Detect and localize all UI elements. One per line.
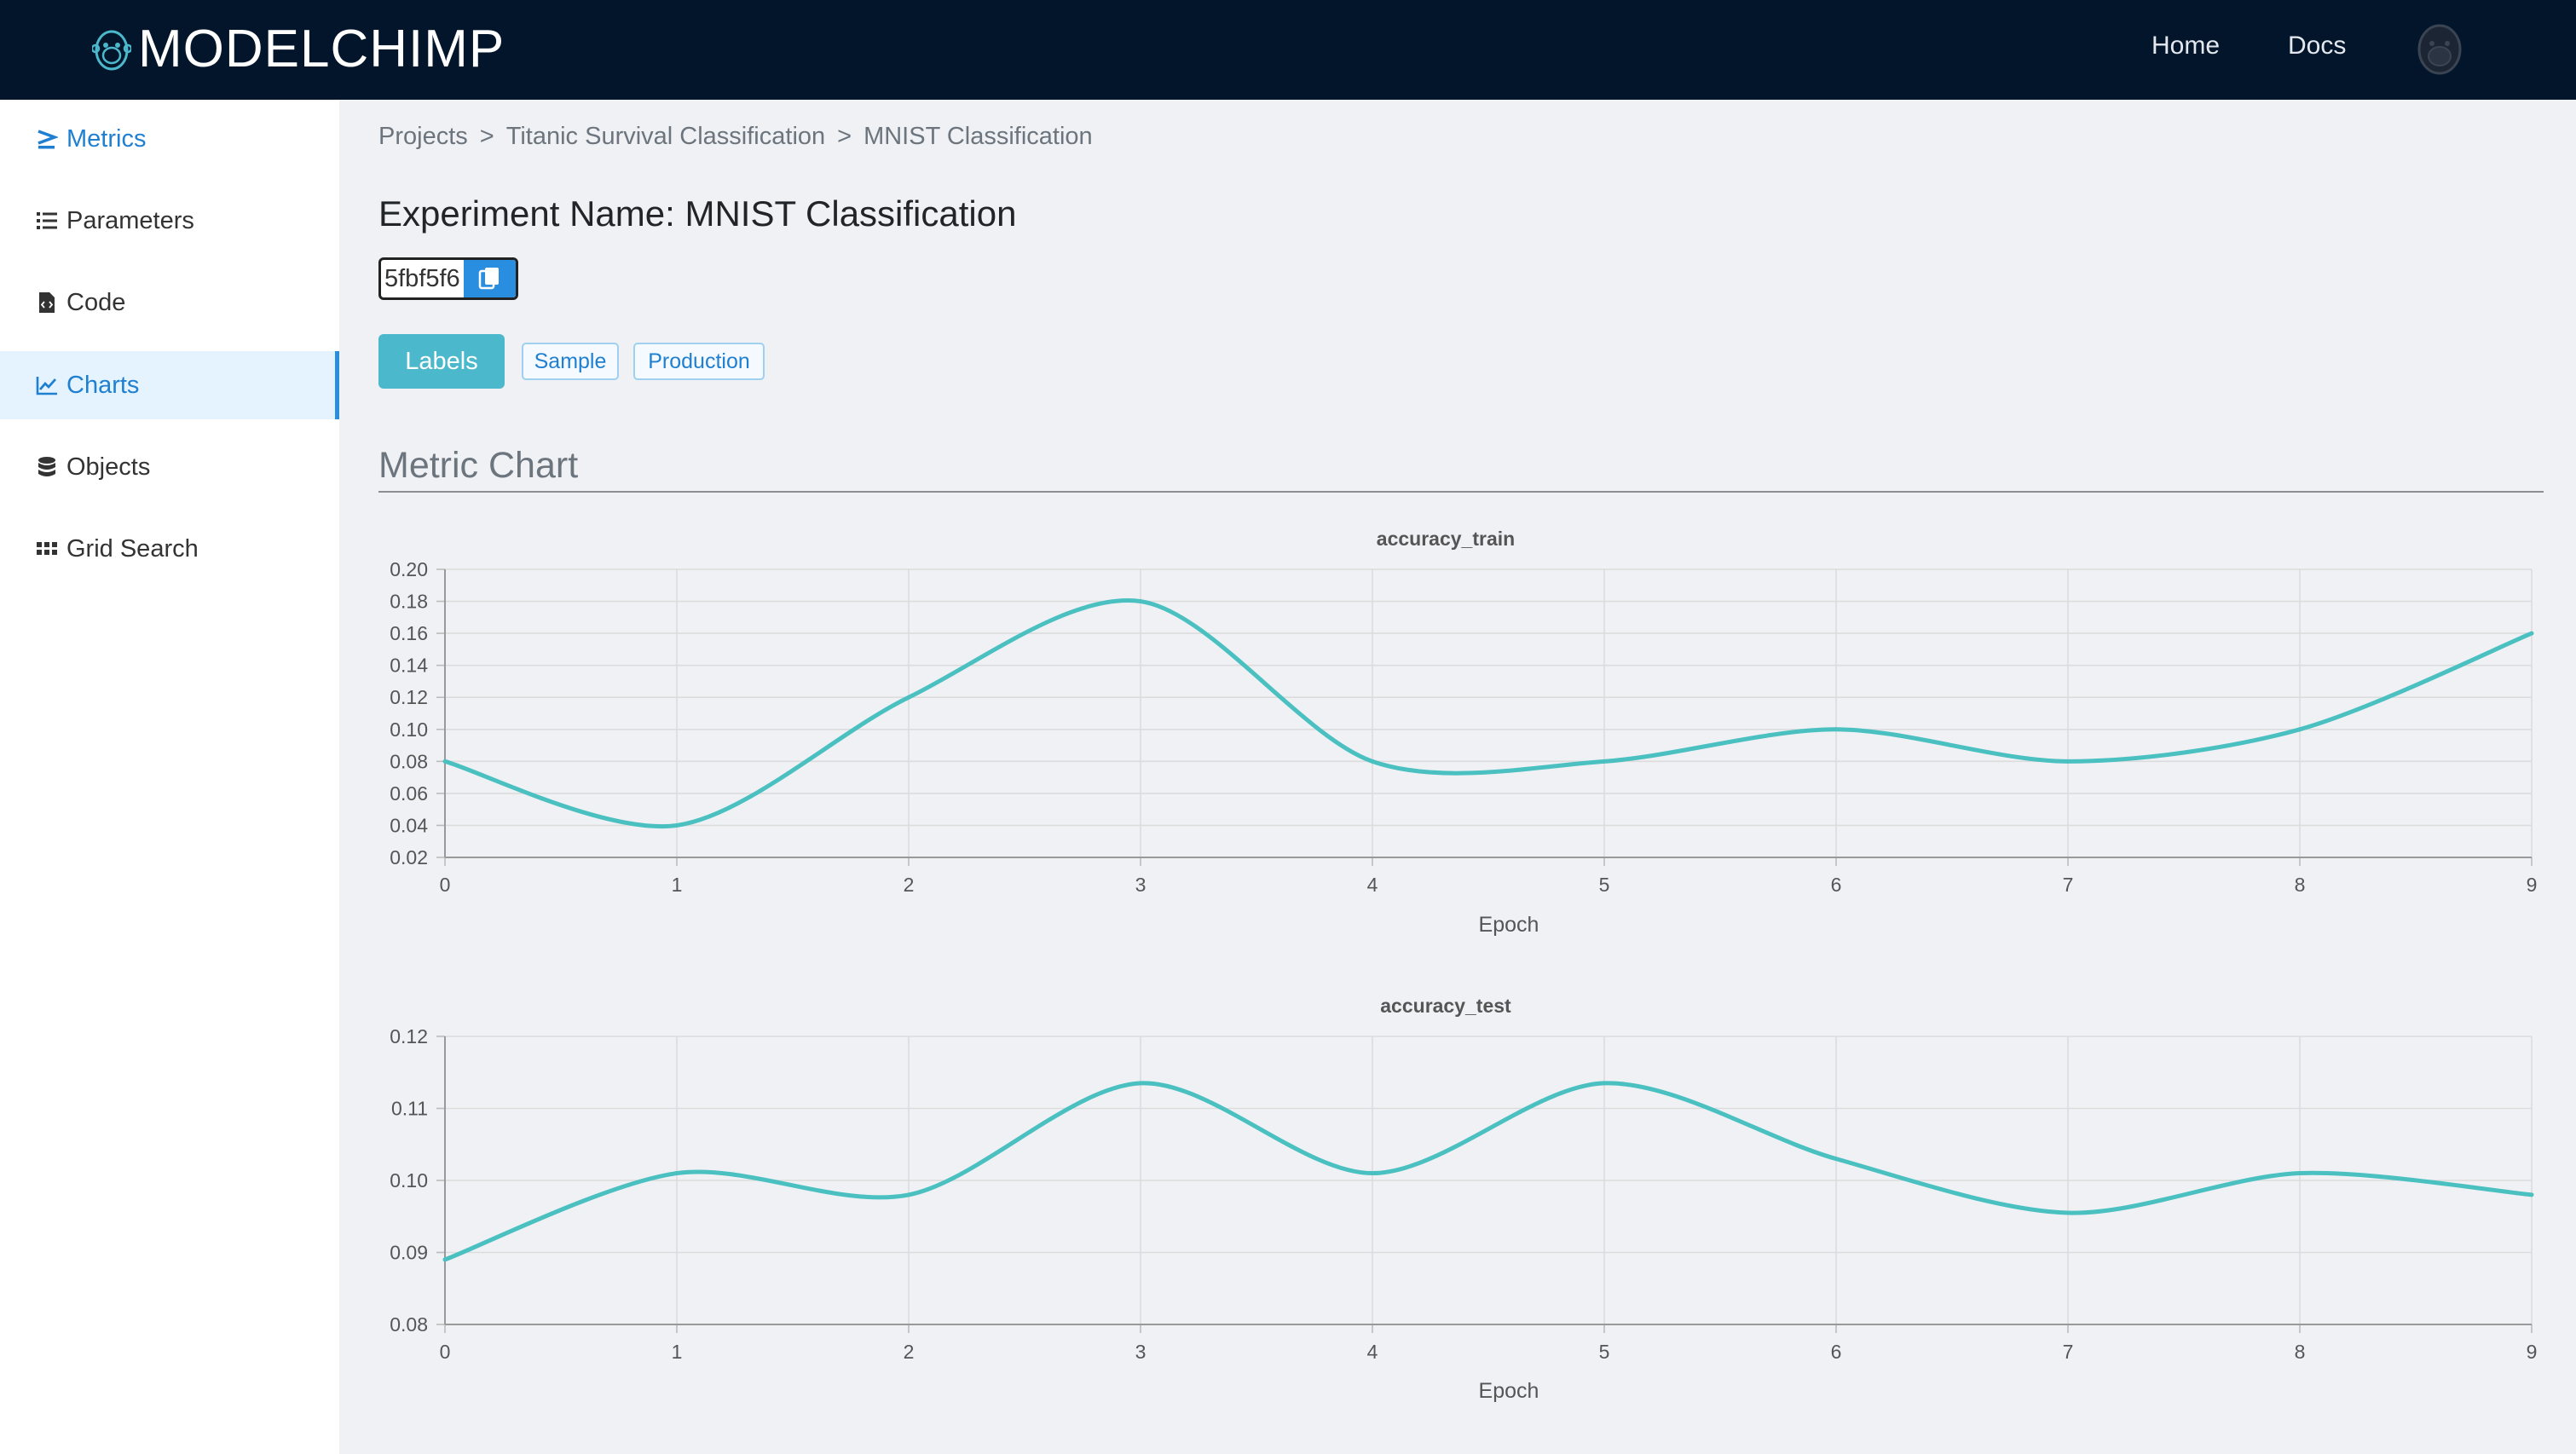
x-tick-label: 3 — [1135, 1341, 1146, 1363]
chart-data-point — [2065, 1210, 2071, 1215]
x-tick-label: 0 — [440, 1341, 451, 1363]
x-tick-label: 8 — [2295, 1341, 2306, 1363]
x-tick-label: 1 — [672, 1341, 683, 1363]
chart-data-point — [906, 695, 911, 700]
x-tick-label: 6 — [1831, 874, 1842, 896]
x-tick-label: 4 — [1367, 874, 1378, 896]
x-tick-label: 8 — [2295, 874, 2306, 896]
chart-title: accuracy_test — [1380, 995, 1511, 1017]
x-tick-label: 6 — [1831, 1341, 1842, 1363]
chart-data-point — [2297, 727, 2302, 732]
chart-data-point — [1370, 1171, 1375, 1176]
chart-series-line — [444, 1081, 2533, 1262]
y-tick-label: 0.18 — [390, 591, 428, 613]
x-axis-label: Epoch — [1479, 913, 1539, 937]
y-tick-label: 0.12 — [390, 686, 428, 708]
x-tick-label: 5 — [1599, 874, 1610, 896]
chart-data-point — [2065, 759, 2071, 764]
chart-data-point — [1602, 1081, 1607, 1086]
x-tick-label: 3 — [1135, 874, 1146, 896]
chart-data-point — [442, 1257, 448, 1262]
x-tick-label: 4 — [1367, 1341, 1378, 1363]
y-tick-label: 0.08 — [390, 750, 428, 772]
x-tick-label: 2 — [904, 874, 915, 896]
y-tick-label: 0.04 — [390, 814, 428, 836]
x-tick-label: 9 — [2527, 874, 2538, 896]
chart-title: accuracy_train — [1377, 528, 1515, 550]
y-tick-label: 0.06 — [390, 782, 428, 805]
x-tick-label: 5 — [1599, 1341, 1610, 1363]
metric-charts: accuracy_train 0.20 0.18 0.16 0.14 0.12 0.10 0.… — [390, 528, 2538, 1403]
chart-data-point — [906, 1192, 911, 1197]
y-tick-label: 0.10 — [390, 718, 428, 741]
chart-data-point — [1370, 759, 1375, 764]
chart-data-point — [442, 759, 448, 764]
y-tick-label: 0.10 — [390, 1169, 428, 1191]
y-tick-label: 0.08 — [390, 1313, 428, 1336]
x-tick-label: 2 — [904, 1341, 915, 1363]
chart-data-point — [1602, 759, 1607, 764]
chart-series-line — [444, 598, 2533, 829]
chart-data-point — [674, 1171, 679, 1176]
x-tick-label: 7 — [2063, 874, 2074, 896]
y-tick-label: 0.14 — [390, 655, 428, 677]
y-tick-label: 0.02 — [390, 846, 428, 868]
y-tick-label: 0.12 — [390, 1025, 428, 1047]
x-axis-label: Epoch — [1479, 1379, 1539, 1403]
y-tick-label: 0.16 — [390, 622, 428, 644]
chart-data-point — [1138, 599, 1143, 604]
x-tick-label: 7 — [2063, 1341, 2074, 1363]
y-tick-label: 0.20 — [390, 558, 428, 580]
chart-data-point — [1834, 727, 1839, 732]
y-tick-label: 0.11 — [391, 1098, 428, 1120]
x-tick-label: 0 — [440, 874, 451, 896]
x-tick-label: 1 — [672, 874, 683, 896]
chart-data-point — [2297, 1171, 2302, 1176]
x-tick-label: 9 — [2527, 1341, 2538, 1363]
chart-data-point — [674, 822, 679, 828]
chart-data-point — [1138, 1081, 1143, 1086]
chart-data-point — [2529, 631, 2534, 636]
y-tick-label: 0.09 — [390, 1242, 428, 1264]
chart-data-point — [2529, 1192, 2534, 1197]
chart-data-point — [1834, 1157, 1839, 1162]
